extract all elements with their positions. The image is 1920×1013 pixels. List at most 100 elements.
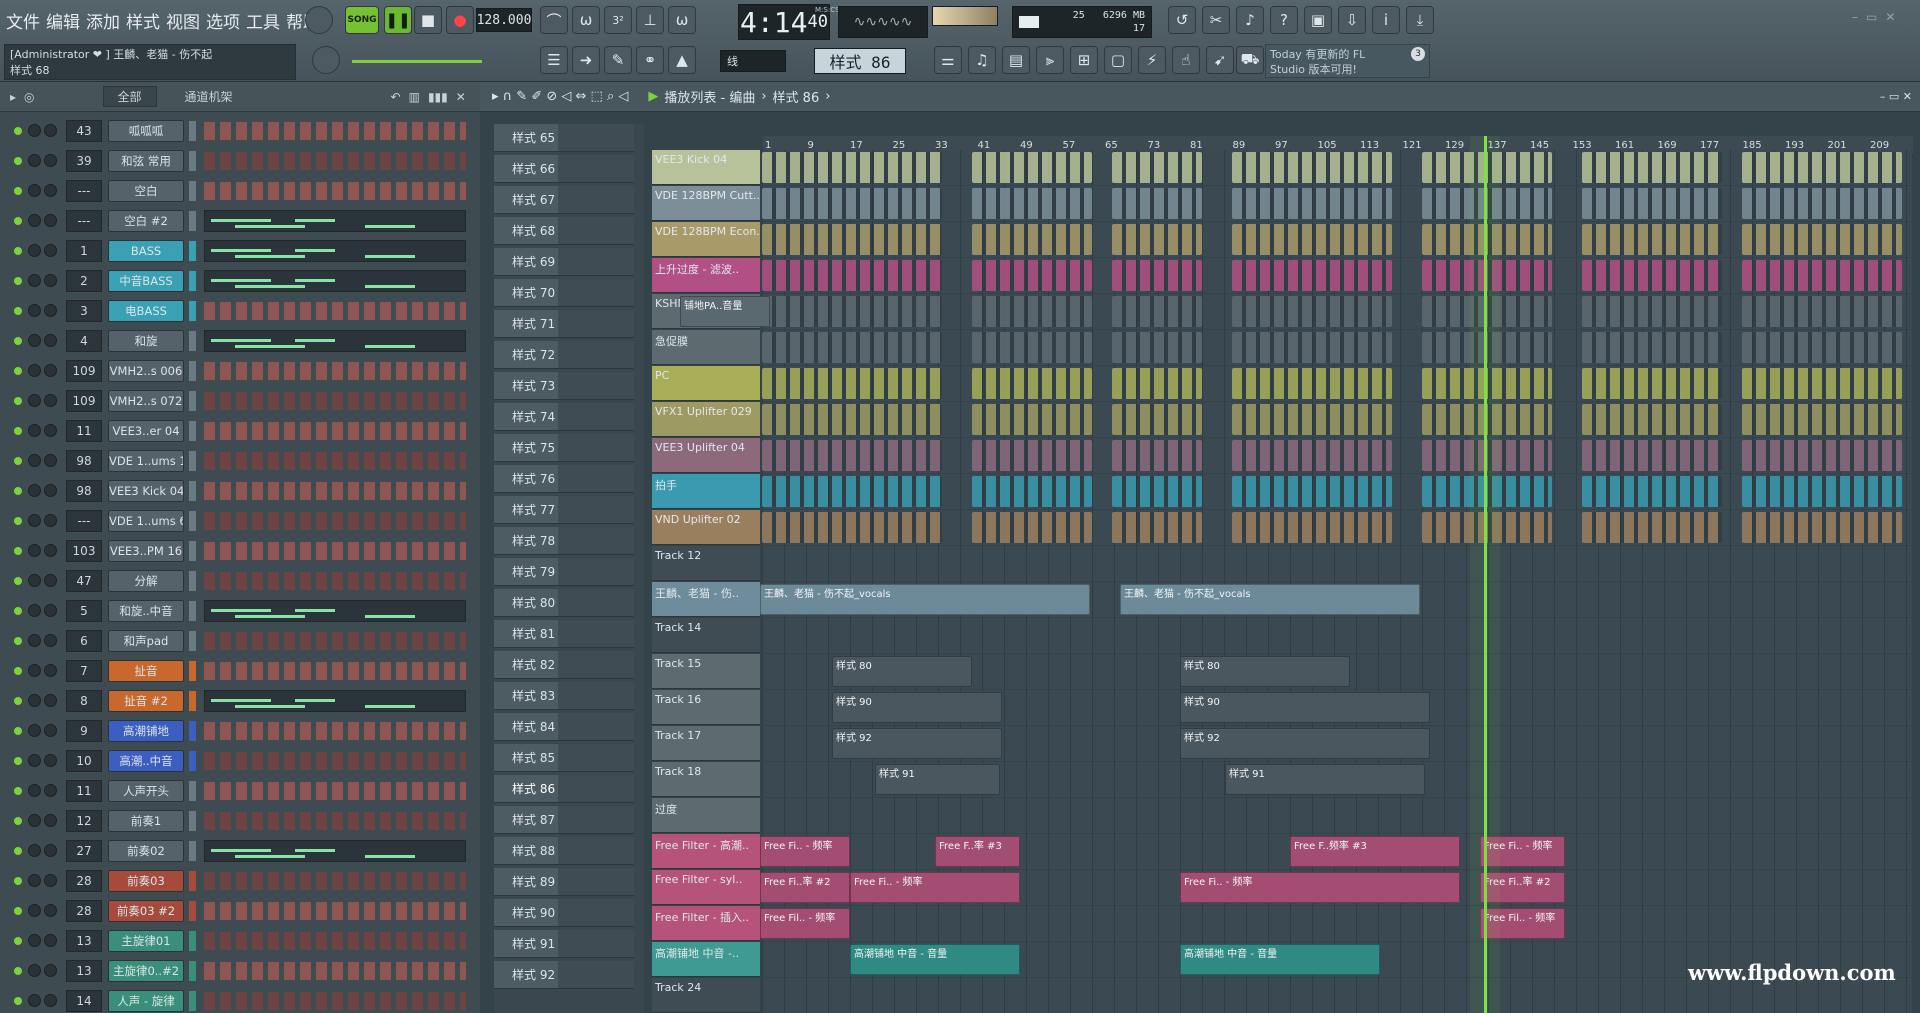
track-header[interactable]: VEE3 Uplifter 04 [652,438,760,473]
track-header[interactable]: Track 14 [652,618,760,653]
channel-row[interactable]: 47 分解 [8,568,468,594]
menu-edit[interactable]: 编辑 [46,8,80,33]
channel-select[interactable] [189,961,196,981]
track-lane[interactable]: 样式 80 样式 80 [762,654,1912,689]
pattern-clip[interactable]: 样式 91 [1225,764,1425,795]
track-lane[interactable] [762,402,1912,437]
channel-pan-knob[interactable] [28,634,41,647]
track-header[interactable]: VFX1 Uplifter 029 [652,402,760,437]
audio-clip[interactable] [972,260,1092,291]
audio-clip[interactable] [1232,512,1392,543]
channel-select[interactable] [189,421,196,441]
audio-clip[interactable] [1582,224,1722,255]
audio-clip[interactable] [1112,188,1202,219]
pattern-list-item[interactable]: 样式 68 [494,217,634,245]
channel-mixer-track[interactable]: 47 [66,570,102,592]
pattern-clip[interactable]: 王麟、老猫 - 伤不起_vocals [760,584,1090,615]
channel-name-button[interactable]: 和声pad [108,630,184,652]
channel-row[interactable]: 8 扯音 #2 [8,688,468,714]
channel-row[interactable]: 9 高潮铺地 [8,718,468,744]
pattern-list-item[interactable]: 样式 71 [494,310,634,338]
channel-mixer-track[interactable]: 28 [66,870,102,892]
audio-clip[interactable] [1742,476,1902,507]
channel-select[interactable] [189,451,196,471]
track-header[interactable]: 过度 [652,798,760,833]
audio-clip[interactable] [762,440,942,471]
rack-bars-icon[interactable]: ▮▮▮ [428,90,448,104]
channel-name-button[interactable]: 人声开头 [108,780,184,802]
track-lane[interactable] [762,438,1912,473]
channel-volume-knob[interactable] [44,874,57,887]
audio-clip[interactable] [762,152,942,183]
pattern-list-item[interactable]: 样式 65 [494,124,634,152]
audio-clip[interactable] [1582,476,1722,507]
channel-select[interactable] [189,541,196,561]
channel-mute-led[interactable] [14,727,22,735]
pattern-list-item[interactable]: 样式 86 [494,775,634,803]
song-mode-toggle[interactable]: SONG [345,6,379,34]
maximize-icon[interactable]: ▭ [1866,10,1877,24]
channel-mute-led[interactable] [14,937,22,945]
pattern-list-item[interactable]: 样式 82 [494,651,634,679]
pattern-list-item[interactable]: 样式 74 [494,403,634,431]
channel-step-sequencer[interactable] [204,992,466,1010]
audio-clip[interactable] [1742,152,1902,183]
track-header[interactable]: PC [652,366,760,401]
channel-pan-knob[interactable] [28,244,41,257]
channel-mute-led[interactable] [14,847,22,855]
channel-volume-knob[interactable] [44,394,57,407]
track-header[interactable]: 拍手 [652,474,760,509]
channel-step-sequencer[interactable] [204,422,466,440]
channel-volume-knob[interactable] [44,274,57,287]
audio-clip[interactable] [1582,188,1722,219]
link-button[interactable]: ⚭ [636,46,664,74]
channel-pan-knob[interactable] [28,364,41,377]
info-button[interactable]: i [1372,6,1400,34]
channel-mute-led[interactable] [14,217,22,225]
channel-name-button[interactable]: VMH2..s 072 [108,390,184,412]
channel-mixer-track[interactable]: 7 [66,660,102,682]
minimize-icon[interactable]: – [1852,10,1858,24]
channel-pianoroll-preview[interactable] [204,270,466,292]
pattern-clip[interactable]: 王麟、老猫 - 伤不起_vocals [1120,584,1420,615]
channel-volume-knob[interactable] [44,934,57,947]
channel-pan-knob[interactable] [28,154,41,167]
draw-button[interactable]: ✎ [604,46,632,74]
channel-pan-knob[interactable] [28,724,41,737]
channel-step-sequencer[interactable] [204,812,466,830]
channel-row[interactable]: --- VDE 1..ums 6 [8,508,468,534]
channel-step-sequencer[interactable] [204,722,466,740]
channel-name-button[interactable]: 扯音 [108,660,184,682]
export-button[interactable]: ⇩ [1338,6,1366,34]
channel-mixer-track[interactable]: 98 [66,450,102,472]
channel-select[interactable] [189,571,196,591]
channel-mute-led[interactable] [14,907,22,915]
track-header[interactable]: Track 18 [652,762,760,797]
audio-clip[interactable] [1742,260,1902,291]
pattern-list-item[interactable]: 样式 88 [494,837,634,865]
playlist-window-controls[interactable]: – ▭ ✕ [1880,90,1912,103]
channel-mute-led[interactable] [14,277,22,285]
channel-row[interactable]: 13 主旋律0..#2 [8,958,468,984]
channel-step-sequencer[interactable] [204,932,466,950]
master-pitch-knob[interactable] [312,46,340,74]
menu-patterns[interactable]: 样式 [126,8,160,33]
track-lane[interactable] [762,474,1912,509]
channel-name-button[interactable]: 前奏02 [108,840,184,862]
channel-pan-knob[interactable] [28,874,41,887]
channel-pan-knob[interactable] [28,604,41,617]
audio-clip[interactable] [762,404,942,435]
piano-roll-button[interactable]: ♫ [968,46,996,74]
channel-row[interactable]: 27 前奏02 [8,838,468,864]
pattern-list-item[interactable]: 样式 72 [494,341,634,369]
pattern-list-item[interactable]: 样式 90 [494,899,634,927]
arrow-right-button[interactable]: ➜ [572,46,600,74]
rack-undo-icon[interactable]: ↶ [391,90,401,104]
channel-mute-led[interactable] [14,187,22,195]
channel-pianoroll-preview[interactable] [204,840,466,862]
audio-clip[interactable] [972,152,1092,183]
channel-select[interactable] [189,991,196,1011]
track-header[interactable]: Track 24 [652,978,760,1013]
channel-row[interactable]: 5 和旋..中音 [8,598,468,624]
track-lane[interactable] [762,546,1912,581]
